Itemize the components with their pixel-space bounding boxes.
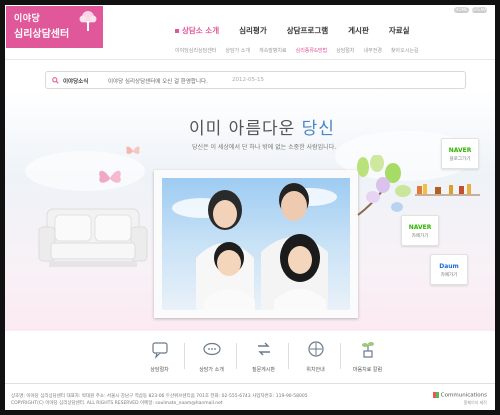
subnav-item[interactable]: 상담가 소개 xyxy=(225,47,250,54)
nav-label: 심리평가 xyxy=(239,26,267,35)
nav-item-about[interactable]: 상담소 소개 xyxy=(175,25,239,36)
daum-cafe-banner[interactable]: Daum 카페가기 xyxy=(430,254,468,285)
quick-divider xyxy=(236,343,237,369)
sofa-illustration xyxy=(38,208,148,267)
nav-item-board[interactable]: 게시판 xyxy=(348,25,389,36)
butterfly-icon xyxy=(99,170,121,183)
footer-agency-logo[interactable]: Communications xyxy=(432,392,487,399)
naver-cafe-banner[interactable]: NAVER 카페가기 xyxy=(401,215,439,246)
headline-accent: 당신 xyxy=(301,119,335,139)
quick-item-column[interactable]: 마음치료 칼럼 xyxy=(345,339,390,373)
butterfly-icon xyxy=(126,146,140,154)
leaf-tree-illustration xyxy=(357,155,411,216)
agency-name: Communications xyxy=(440,392,487,399)
qa-icon xyxy=(257,342,270,356)
search-icon xyxy=(52,77,59,84)
page-frame: 이야당 심리상담센터 HOME SITEMAP 상담소 소개 심리평가 상담프로… xyxy=(0,0,500,415)
footer-business-info: 상호명: 이야당 심리상담센터 대표자: 박대원 주소: 서울시 강남구 역삼동… xyxy=(11,394,308,399)
sitemap-button[interactable]: SITEMAP xyxy=(472,7,489,13)
nav-label: 상담소 소개 xyxy=(182,26,220,35)
subnav-item[interactable]: 내부전경 xyxy=(364,47,382,54)
subnav-item[interactable]: 게속발병치료 xyxy=(259,47,287,54)
quick-item-qa[interactable]: 질문게시판 xyxy=(241,339,286,373)
nav-label: 상담프로그램 xyxy=(286,26,329,35)
header-divider xyxy=(5,59,495,60)
daum-logo: Daum xyxy=(439,263,459,270)
headline-prefix: 이미 아름다운 xyxy=(189,119,296,139)
subnav-item[interactable]: 상담절차 xyxy=(336,47,354,54)
quick-item-label: 상담가 소개 xyxy=(199,367,224,373)
nav-item-assessment[interactable]: 심리평가 xyxy=(239,25,287,36)
quick-item-label: 질문게시판 xyxy=(251,367,275,373)
family-photo xyxy=(154,170,358,318)
banner-label: 카페가기 xyxy=(411,234,429,239)
quick-item-location[interactable]: 위치안내 xyxy=(293,339,338,373)
nav-label: 게시판 xyxy=(348,26,369,35)
notice-bar[interactable]: 이야당소식 이야당 심리상담센터에 오신 걸 환영합니다. 2012-05-15 xyxy=(45,71,466,89)
hero-headline: 이미 아름다운 당신 xyxy=(189,114,335,139)
plant-icon xyxy=(361,342,374,358)
notice-date: 2012-05-15 xyxy=(232,77,264,83)
quick-item-process[interactable]: 상담절차 xyxy=(137,339,182,373)
quick-item-label: 마음치료 칼럼 xyxy=(352,367,383,373)
quick-item-label: 위치안내 xyxy=(306,367,325,373)
nav-item-archive[interactable]: 자료실 xyxy=(389,25,430,36)
logo-line2: 심리상담센터 xyxy=(14,29,70,40)
message-icon xyxy=(202,342,221,356)
nav-item-programs[interactable]: 상담프로그램 xyxy=(287,25,348,36)
home-button[interactable]: HOME xyxy=(454,7,469,13)
quick-divider xyxy=(184,343,185,369)
site-logo[interactable]: 이야당 심리상담센터 xyxy=(6,6,103,48)
quick-item-label: 상담절차 xyxy=(150,367,169,373)
chat-icon xyxy=(151,342,168,359)
quick-divider xyxy=(340,343,341,369)
location-icon xyxy=(307,341,324,357)
nav-label: 자료실 xyxy=(388,26,410,35)
daughter-figure xyxy=(274,234,326,310)
active-marker-icon xyxy=(175,29,179,33)
quick-item-counselor[interactable]: 상담가 소개 xyxy=(189,339,234,373)
bookshelf-illustration xyxy=(415,184,480,196)
footer-made-by: 홈페이지 제작 xyxy=(463,400,487,405)
naver-logo: NAVER xyxy=(448,147,472,154)
son-figure xyxy=(204,242,255,310)
sub-nav: 이야당심리상담센터 상담가 소개 게속발병치료 심리종류&방법 상담절차 내부전… xyxy=(175,47,419,54)
subnav-item-active[interactable]: 심리종류&방법 xyxy=(296,47,328,54)
notice-text[interactable]: 이야당 심리상담센터에 오신 걸 환영합니다. xyxy=(108,77,208,85)
banner-label: 블로그가기 xyxy=(449,157,471,162)
top-utility-buttons: HOME SITEMAP xyxy=(454,7,489,13)
naver-logo: NAVER xyxy=(408,224,432,231)
naver-blog-banner[interactable]: NAVER 블로그가기 xyxy=(441,138,479,169)
notice-label: 이야당소식 xyxy=(63,79,89,85)
tree-logo-icon xyxy=(79,11,97,31)
footer-copyright: COPYRIGHT(C) 이야당 심리상담센터. ALL RIGHTS RESE… xyxy=(11,401,223,406)
windows-logo-icon xyxy=(432,392,439,398)
footer: 상호명: 이야당 심리상담센터 대표자: 박대원 주소: 서울시 강남구 역삼동… xyxy=(5,383,495,410)
banner-label: 카페가기 xyxy=(440,273,458,278)
logo-line1: 이야당 xyxy=(14,14,41,24)
main-nav: 상담소 소개 심리평가 상담프로그램 게시판 자료실 xyxy=(175,25,430,36)
hero-subline: 당신은 이 세상에서 단 하나 밖에 없는 소중한 사람입니다. xyxy=(192,144,337,151)
subnav-item[interactable]: 찾아오시는길 xyxy=(391,47,419,54)
quick-divider xyxy=(288,343,289,369)
subnav-item[interactable]: 이야당심리상담센터 xyxy=(175,47,216,54)
quick-menu: 상담절차 상담가 소개 질문게시판 위치안내 마음치료 칼럼 xyxy=(137,339,392,373)
